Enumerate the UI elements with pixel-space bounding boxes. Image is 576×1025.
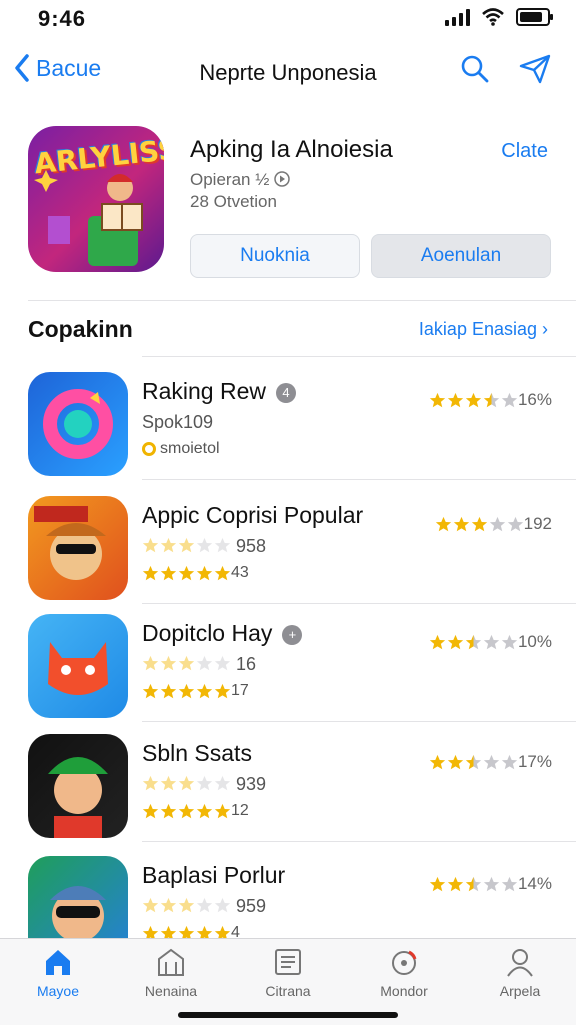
tab-profile[interactable]: Arpela — [470, 947, 570, 999]
app-rating: 14% — [429, 874, 552, 894]
faded-rating-stars — [142, 537, 231, 554]
featured-app-subtitle: Opieran ½ — [190, 170, 290, 190]
small-rating-stars — [142, 565, 231, 582]
monitor-icon — [392, 950, 417, 975]
section-header: Copakinn Iakiap Enasiag › — [28, 314, 548, 346]
small-rating-stars — [142, 803, 231, 820]
row-divider — [142, 479, 576, 480]
row-divider — [142, 841, 576, 842]
nav-bar: Bacue Neprte Unponesia — [0, 44, 576, 104]
app-name: Raking Rew 4 — [142, 378, 296, 405]
faded-rating-stars — [142, 775, 231, 792]
faded-rating-stars — [142, 655, 231, 672]
info-badge-icon: + — [282, 624, 303, 645]
tab-home[interactable]: Mayoe — [8, 947, 108, 999]
rating-stars — [429, 392, 518, 409]
app-subtitle: 16 — [142, 654, 256, 675]
list-icon — [275, 949, 301, 975]
app-name: Dopitclo Hay + — [142, 620, 303, 647]
app-meta: 17 — [142, 682, 249, 700]
app-icon[interactable] — [28, 372, 128, 476]
featured-app-link[interactable]: Clate — [501, 140, 548, 163]
see-all-link[interactable]: Iakiap Enasiag › — [419, 319, 548, 340]
tab-monitor[interactable]: Mondor — [354, 947, 454, 999]
reader-illustration-icon — [34, 170, 143, 266]
app-subtitle: 959 — [142, 896, 266, 917]
app-artwork-icon — [48, 757, 108, 838]
app-meta: smoietol — [142, 440, 220, 458]
app-rating: 192 — [435, 514, 552, 534]
play-icon — [274, 171, 290, 187]
app-name: Sbln Ssats — [142, 740, 252, 766]
app-list-item[interactable]: Appic Coprisi Popular 958 43 192 — [0, 486, 576, 604]
app-artwork-icon — [43, 389, 113, 459]
primary-action-button[interactable]: Nuoknia — [190, 234, 360, 278]
app-subtitle: 958 — [142, 536, 266, 557]
featured-app-meta: 28 Otvetion — [190, 192, 277, 211]
send-icon[interactable] — [518, 54, 552, 84]
rating-stars — [429, 754, 518, 771]
app-list-item[interactable]: Raking Rew 4 Spok109 smoietol 16% — [0, 362, 576, 480]
app-icon[interactable] — [28, 614, 128, 718]
app-meta: 43 — [142, 564, 249, 582]
app-name: Baplasi Porlur — [142, 862, 286, 888]
rating-stars — [429, 634, 518, 651]
app-rating: 17% — [429, 752, 552, 772]
small-rating-stars — [142, 683, 231, 700]
featured-app: ARLYLISS Apking Ia Alnoiesia Opieran ½ 2… — [28, 126, 551, 286]
app-subtitle: Spok109 — [142, 412, 214, 432]
coin-icon — [142, 442, 156, 456]
battery-icon — [516, 8, 553, 26]
search-icon[interactable] — [460, 54, 490, 84]
secondary-action-button[interactable]: Aoenulan — [371, 234, 551, 278]
divider — [28, 300, 576, 301]
row-divider — [142, 721, 576, 722]
rating-stars — [435, 516, 524, 533]
featured-app-title: Apking Ia Alnoiesia — [190, 136, 393, 163]
home-icon — [46, 950, 70, 975]
faded-rating-stars — [142, 897, 231, 914]
app-icon[interactable] — [28, 496, 128, 600]
status-bar: 9:46 — [0, 0, 576, 40]
rating-value: 192 — [523, 514, 552, 533]
rating-value: 16% — [517, 390, 552, 409]
home-indicator — [178, 1012, 398, 1018]
tab-buildings[interactable]: Nenaina — [121, 947, 221, 999]
app-meta: 12 — [142, 802, 249, 820]
app-icon[interactable] — [28, 734, 128, 838]
signal-icon — [445, 8, 470, 26]
building-icon — [158, 948, 184, 976]
divider — [142, 356, 576, 357]
status-time: 9:46 — [38, 6, 87, 31]
rating-stars — [429, 876, 518, 893]
wifi-icon — [482, 8, 504, 26]
status-icons — [445, 8, 553, 26]
app-rating: 10% — [429, 632, 552, 652]
app-name: Appic Coprisi Popular — [142, 502, 364, 528]
rating-value: 17% — [517, 752, 552, 771]
app-subtitle: 939 — [142, 774, 266, 795]
person-icon — [507, 949, 533, 977]
app-rating: 16% — [429, 390, 552, 410]
app-artwork-icon — [34, 506, 106, 580]
rating-value: 14% — [517, 874, 552, 893]
featured-app-icon[interactable]: ARLYLISS — [28, 126, 164, 272]
rating-value: 10% — [517, 632, 552, 651]
app-list-item[interactable]: Dopitclo Hay + 16 17 10% — [0, 604, 576, 722]
info-badge-icon: 4 — [276, 382, 296, 403]
tab-list[interactable]: Citrana — [238, 947, 338, 999]
app-list-item[interactable]: Sbln Ssats 939 12 17% — [0, 724, 576, 842]
app-artwork-icon — [48, 642, 108, 695]
section-title: Copakinn — [28, 316, 133, 342]
